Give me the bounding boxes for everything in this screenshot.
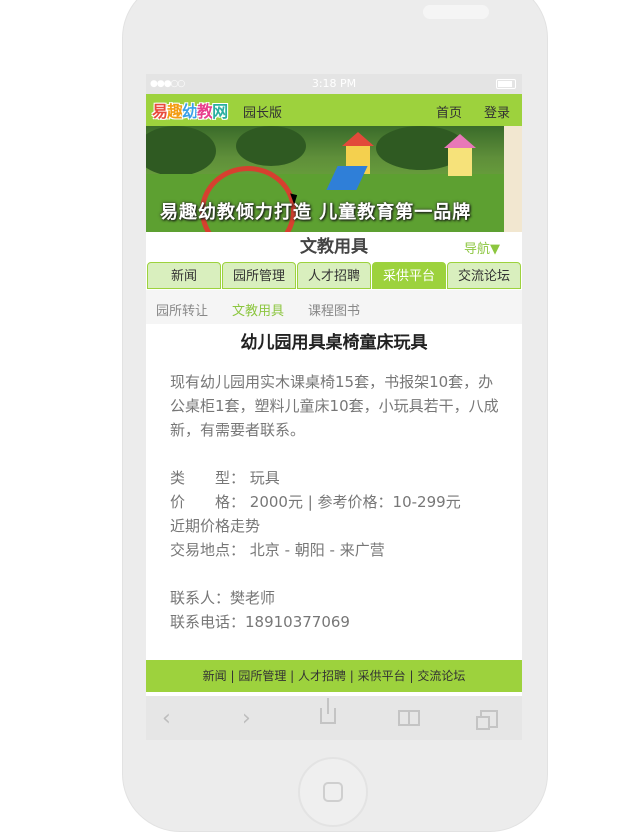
price-label: 价 格：: [170, 493, 246, 511]
login-link[interactable]: 登录: [484, 102, 510, 121]
logo-char: 网: [212, 102, 228, 121]
banner-edge-image: [504, 126, 522, 232]
type-row: 类 型： 玩具: [170, 466, 500, 490]
tab-recruitment[interactable]: 人才招聘: [297, 262, 371, 289]
logo-char: 易: [152, 102, 168, 121]
subnav-books[interactable]: 课程图书: [308, 300, 360, 319]
logo-char: 幼: [182, 102, 198, 121]
contact-person: 联系人：樊老师: [170, 589, 276, 607]
edition-label: 园长版: [243, 106, 283, 121]
status-time: 3:18 PM: [311, 77, 357, 90]
article-content: 现有幼儿园用实木课桌椅15套，书报架10套，办公桌柜1套，塑料儿童床10套，小玩…: [170, 370, 500, 634]
promo-banner[interactable]: 易趣幼教倾力打造 儿童教育第一品牌: [146, 126, 522, 232]
location-row: 交易地点： 北京 - 朝阳 - 来广营: [170, 538, 500, 562]
phone-screen: ●●●○○ 3:18 PM 易趣幼教网 园长版 首页 登录 易趣幼教倾力打造 儿…: [146, 74, 522, 740]
phone-speaker: [423, 5, 489, 19]
tabs-icon[interactable]: [476, 710, 498, 730]
footer-links[interactable]: 新闻 | 园所管理 | 人才招聘 | 采供平台 | 交流论坛: [146, 660, 522, 692]
banner-roof: [444, 134, 476, 148]
type-label: 类 型：: [170, 469, 246, 487]
type-value: 玩具: [249, 469, 280, 487]
sub-navigation: 园所转让 文教用具 课程图书: [146, 290, 522, 324]
battery-icon: [496, 79, 516, 89]
share-icon[interactable]: [320, 698, 336, 724]
contact-phone[interactable]: 联系电话：18910377069: [170, 610, 500, 634]
banner-slogan: 易趣幼教倾力打造 儿童教育第一品牌: [160, 202, 472, 223]
nav-toggle-button[interactable]: 导航▼: [464, 238, 500, 257]
tab-news[interactable]: 新闻: [147, 262, 221, 289]
price-value: 2000元 | 参考价格：10-299元: [249, 493, 461, 511]
banner-tree: [146, 126, 216, 176]
tab-procurement[interactable]: 采供平台: [372, 262, 446, 289]
back-arrow-icon[interactable]: ‹: [162, 708, 171, 730]
banner-tree: [236, 126, 306, 166]
home-link[interactable]: 首页: [436, 102, 462, 121]
banner-playhouse: [448, 148, 472, 176]
location-label: 交易地点：: [170, 541, 246, 559]
subnav-transfer[interactable]: 园所转让: [156, 300, 208, 319]
tab-management[interactable]: 园所管理: [222, 262, 296, 289]
forward-arrow-icon[interactable]: ›: [242, 708, 251, 730]
main-tabs: 新闻 园所管理 人才招聘 采供平台 交流论坛: [147, 262, 521, 289]
article-title: 幼儿园用具桌椅童床玩具: [240, 333, 428, 353]
top-bar: 易趣幼教网 园长版 首页 登录: [146, 94, 522, 126]
price-row: 价 格： 2000元 | 参考价格：10-299元: [170, 490, 500, 514]
banner-roof: [342, 132, 374, 146]
article-description: 现有幼儿园用实木课桌椅15套，书报架10套，办公桌柜1套，塑料儿童床10套，小玩…: [170, 373, 499, 439]
subnav-supplies[interactable]: 文教用具: [232, 300, 284, 319]
home-button-icon: [323, 782, 343, 802]
price-trend-link[interactable]: 近期价格走势: [170, 514, 500, 538]
bookmarks-icon[interactable]: [398, 710, 420, 726]
browser-toolbar: ‹ ›: [146, 696, 522, 740]
location-value: 北京 - 朝阳 - 来广营: [249, 541, 385, 559]
logo-char: 趣: [167, 102, 183, 121]
logo-char: 教: [197, 102, 213, 121]
tab-forum[interactable]: 交流论坛: [447, 262, 521, 289]
status-bar: ●●●○○ 3:18 PM: [146, 74, 522, 94]
home-button[interactable]: [298, 757, 368, 827]
site-logo[interactable]: 易趣幼教网: [152, 98, 228, 122]
